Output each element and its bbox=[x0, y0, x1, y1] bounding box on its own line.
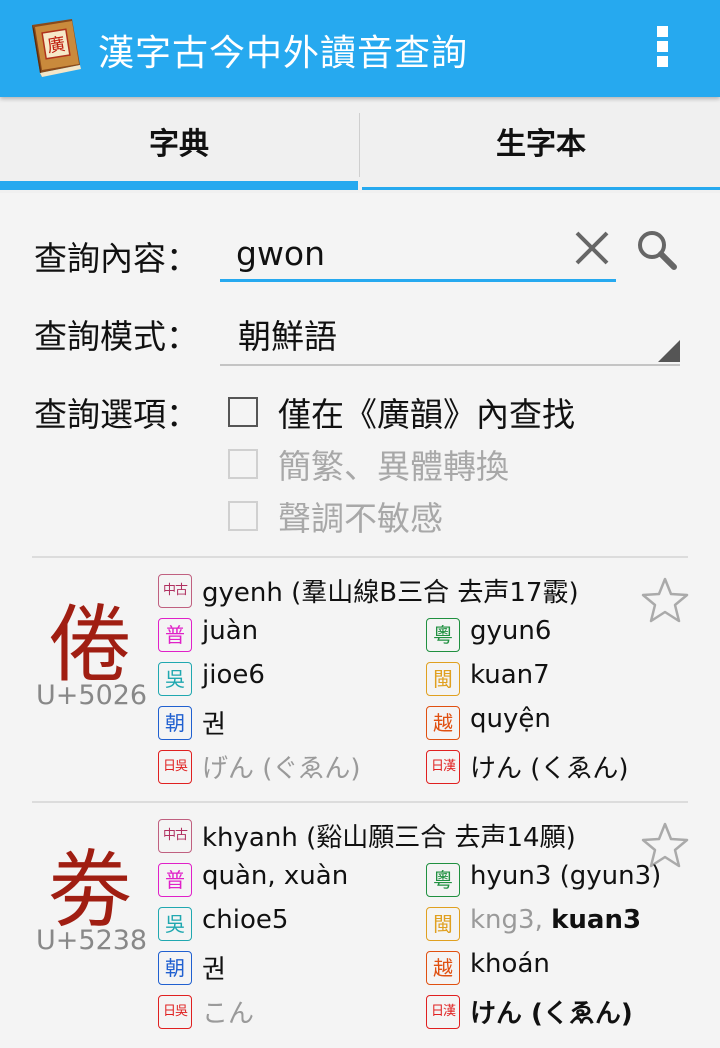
cantonese-badge: 粵 bbox=[426, 863, 460, 897]
more-vert-icon[interactable] bbox=[650, 26, 674, 72]
japanese-kan-reading: けん (くゑん) bbox=[470, 754, 629, 784]
japanese-kan-reading: けん (くゑん) bbox=[470, 999, 633, 1029]
star-icon[interactable] bbox=[640, 576, 690, 626]
query-label: 查詢內容： bbox=[34, 239, 199, 278]
japanese-go-badge: 日吳 bbox=[158, 995, 192, 1029]
vietnamese-reading: quyện bbox=[470, 704, 551, 734]
tab-divider bbox=[359, 113, 360, 177]
mandarin-reading: quàn, xuàn bbox=[202, 861, 349, 891]
korean-badge: 朝 bbox=[158, 706, 192, 740]
checkbox[interactable] bbox=[228, 501, 258, 531]
middle-chinese-reading: gyenh (羣山線B三合 去声17霰) bbox=[202, 578, 579, 608]
tab-bar: 字典 生字本 bbox=[0, 97, 720, 193]
checkbox[interactable] bbox=[228, 397, 258, 427]
japanese-go-reading: げん (ぐゑん) bbox=[202, 754, 361, 784]
japanese-kan-badge: 日漢 bbox=[426, 750, 460, 784]
minnan-badge: 閩 bbox=[426, 662, 460, 696]
wu-badge: 吳 bbox=[158, 662, 192, 696]
tab-vocabulary[interactable]: 生字本 bbox=[362, 97, 720, 193]
wu-reading: chioe5 bbox=[202, 905, 289, 935]
cantonese-reading: gyun6 bbox=[470, 616, 552, 646]
active-tab-indicator bbox=[0, 181, 358, 190]
japanese-go-badge: 日吳 bbox=[158, 750, 192, 784]
wu-reading: jioe6 bbox=[202, 660, 265, 690]
minnan-reading-primary: kuan3 bbox=[551, 905, 642, 935]
korean-badge: 朝 bbox=[158, 951, 192, 985]
search-icon[interactable] bbox=[632, 226, 680, 274]
middle-chinese-reading: khyanh (谿山願三合 去声14願) bbox=[202, 823, 576, 853]
middle-chinese-badge: 中古 bbox=[158, 819, 192, 853]
svg-text:廣: 廣 bbox=[46, 34, 67, 58]
divider bbox=[32, 556, 688, 558]
japanese-kan-badge: 日漢 bbox=[426, 995, 460, 1029]
minnan-badge: 閩 bbox=[426, 907, 460, 941]
cantonese-badge: 粵 bbox=[426, 618, 460, 652]
japanese-go-reading: こん bbox=[202, 999, 255, 1029]
option-label: 僅在《廣韻》內查找 bbox=[278, 395, 575, 434]
vietnamese-badge: 越 bbox=[426, 706, 460, 740]
search-input[interactable] bbox=[220, 228, 616, 282]
cantonese-reading: hyun3 (gyun3) bbox=[470, 861, 662, 891]
korean-reading: 권 bbox=[202, 710, 226, 740]
options-label: 查詢選項： bbox=[34, 395, 199, 434]
unicode-code: U+5238 bbox=[36, 925, 148, 956]
vietnamese-badge: 越 bbox=[426, 951, 460, 985]
korean-reading: 권 bbox=[202, 955, 226, 985]
mandarin-badge: 普 bbox=[158, 618, 192, 652]
vietnamese-reading: khoán bbox=[470, 949, 550, 979]
dropdown-triangle-icon bbox=[658, 340, 680, 362]
option-label: 聲調不敏感 bbox=[278, 499, 443, 538]
unicode-code: U+5026 bbox=[36, 680, 148, 711]
mode-label: 查詢模式： bbox=[34, 317, 199, 356]
book-app-icon: 廣 bbox=[32, 19, 81, 77]
mandarin-badge: 普 bbox=[158, 863, 192, 897]
minnan-reading: kuan7 bbox=[470, 660, 550, 690]
app-title: 漢字古今中外讀音查詢 bbox=[98, 33, 469, 74]
divider bbox=[32, 801, 688, 803]
clear-icon[interactable] bbox=[573, 229, 611, 267]
mode-select[interactable]: 朝鮮語 bbox=[220, 306, 680, 366]
mandarin-reading: juàn bbox=[202, 616, 259, 646]
minnan-reading: kng3, kuan3 bbox=[470, 905, 641, 935]
tab-underline bbox=[362, 187, 720, 190]
wu-badge: 吳 bbox=[158, 907, 192, 941]
option-label: 簡繁、異體轉換 bbox=[278, 447, 509, 486]
middle-chinese-badge: 中古 bbox=[158, 574, 192, 608]
result-entry[interactable]: 倦 U+5026 中古 gyenh (羣山線B三合 去声17霰) 普 juàn … bbox=[0, 568, 720, 798]
minnan-reading-secondary: kng3, bbox=[470, 905, 543, 935]
mode-select-value: 朝鮮語 bbox=[238, 317, 337, 356]
result-entry[interactable]: 劵 U+5238 中古 khyanh (谿山願三合 去声14願) 普 quàn,… bbox=[0, 813, 720, 1043]
app-bar: 廣 漢字古今中外讀音查詢 bbox=[0, 0, 720, 97]
tab-dictionary[interactable]: 字典 bbox=[0, 97, 358, 193]
checkbox[interactable] bbox=[228, 449, 258, 479]
